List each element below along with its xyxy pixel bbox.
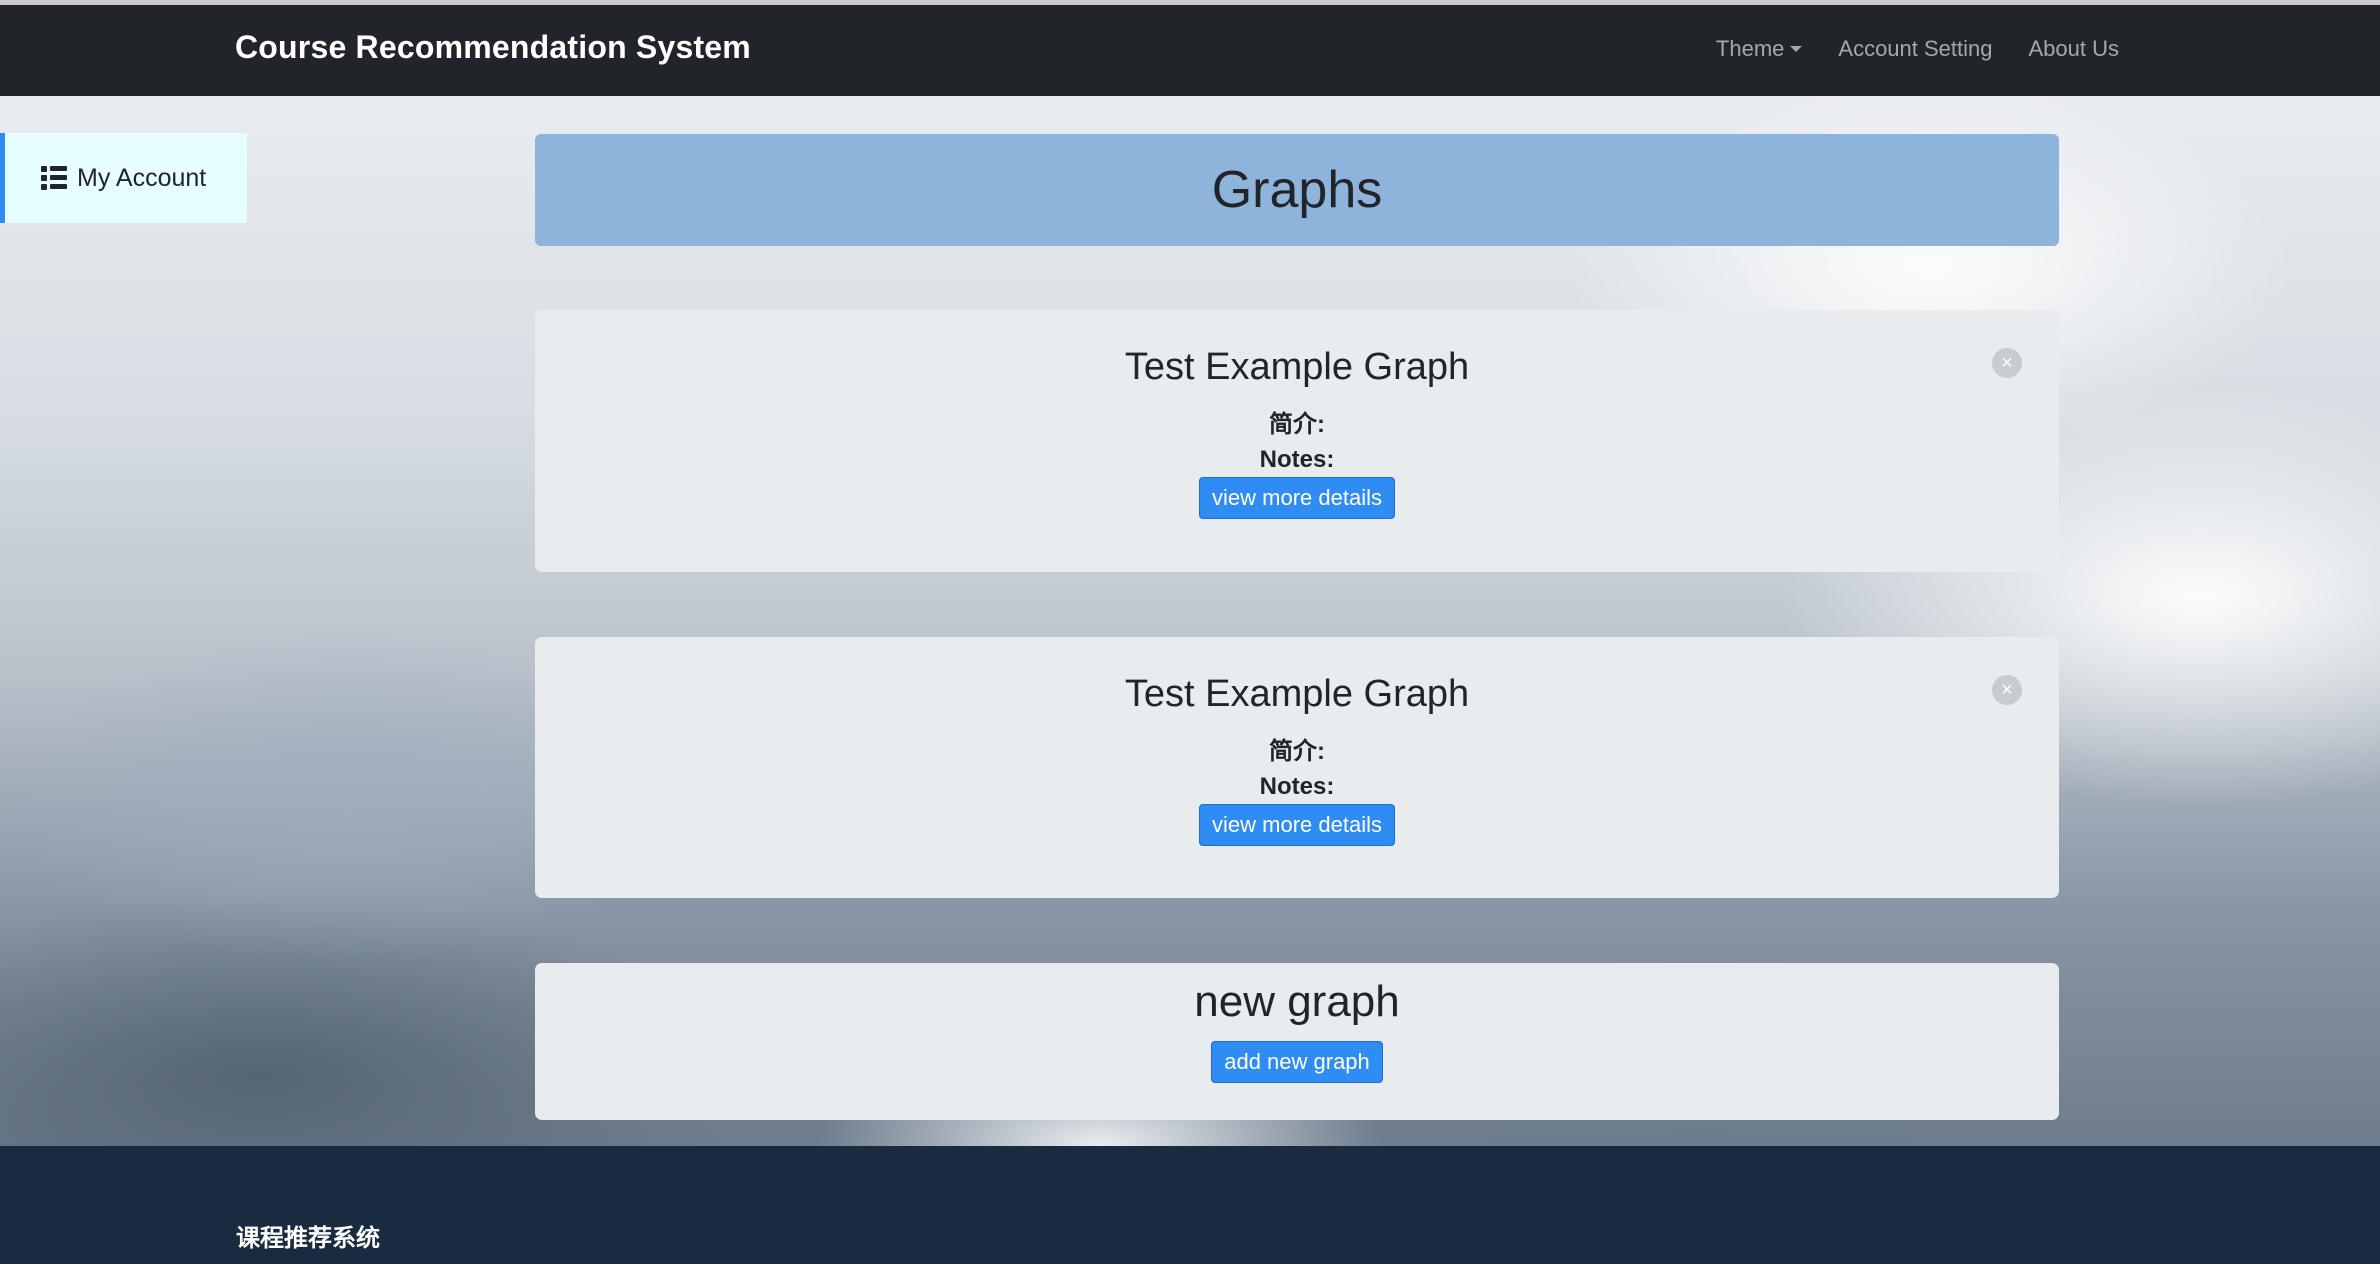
new-graph-title: new graph — [1194, 977, 1400, 1026]
caret-down-icon — [1790, 46, 1803, 52]
list-icon — [41, 166, 67, 190]
graph-title: Test Example Graph — [1124, 673, 1470, 715]
sidebar-item-my-account[interactable]: My Account — [0, 133, 247, 223]
new-graph-card: new graph add new graph — [535, 963, 2059, 1120]
sidebar-item-label: My Account — [77, 163, 207, 192]
nav-about-us[interactable]: About Us — [2029, 36, 2120, 62]
nav-links: Theme Account Setting About Us — [1716, 36, 2119, 62]
view-details-button[interactable]: view more details — [1199, 477, 1395, 519]
footer: 课程推荐系统 — [0, 1146, 2380, 1264]
graph-title: Test Example Graph — [1124, 346, 1470, 388]
nav-theme-dropdown[interactable]: Theme — [1715, 36, 1803, 62]
graph-card: × Test Example Graph 简介: Notes: view mor… — [535, 310, 2059, 572]
nav-account-setting[interactable]: Account Setting — [1838, 36, 1992, 62]
navbar: Course Recommendation System Theme Accou… — [0, 5, 2380, 96]
new-graph-actions: add new graph — [535, 1041, 2059, 1083]
brand-title[interactable]: Course Recommendation System — [235, 29, 751, 66]
graph-intro-label: 简介: — [1269, 738, 1325, 765]
nav-theme-label: Theme — [1715, 36, 1785, 61]
close-icon[interactable]: × — [1992, 348, 2022, 378]
close-icon[interactable]: × — [1992, 675, 2022, 705]
add-new-graph-button[interactable]: add new graph — [1211, 1041, 1383, 1083]
page-title: Graphs — [1211, 161, 1383, 219]
graph-intro-label: 简介: — [1269, 411, 1325, 438]
footer-title: 课程推荐系统 — [236, 1225, 380, 1252]
view-details-button[interactable]: view more details — [1199, 804, 1395, 846]
page-header: Graphs — [535, 134, 2059, 246]
graph-notes-label: Notes: — [1259, 446, 1335, 473]
graph-notes-label: Notes: — [1259, 773, 1335, 800]
graph-card: × Test Example Graph 简介: Notes: view mor… — [535, 637, 2059, 898]
